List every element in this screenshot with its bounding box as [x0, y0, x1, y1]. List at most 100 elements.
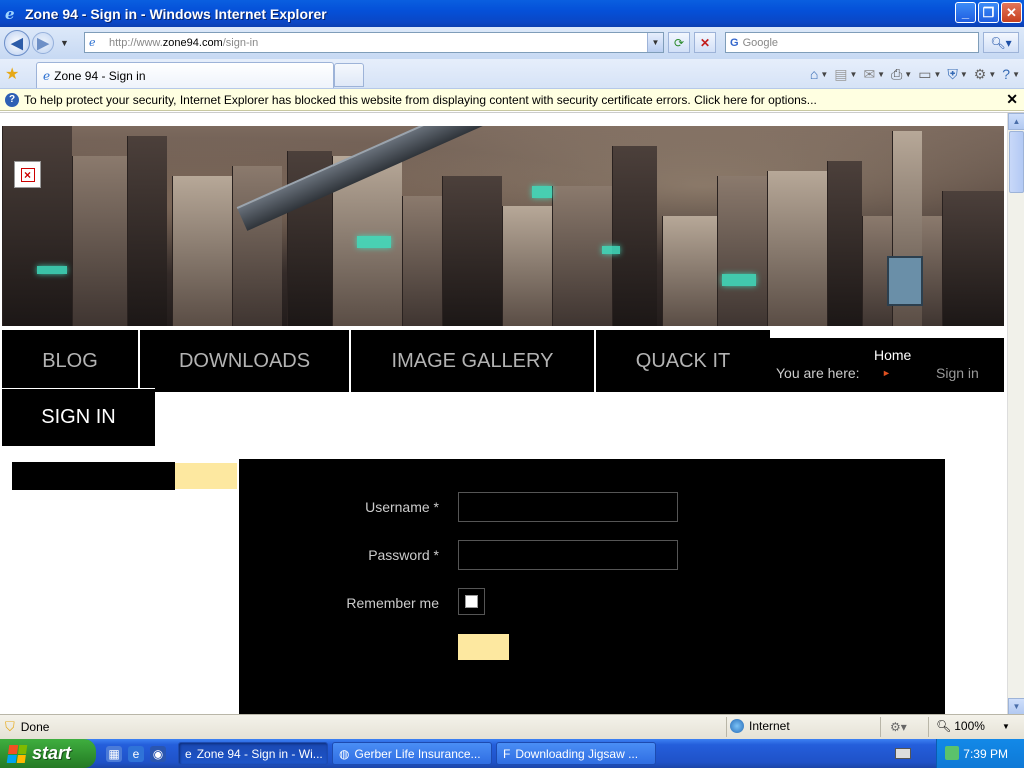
zoom-control[interactable]: 🔍︎ 100% ▼ [936, 719, 1010, 733]
protected-mode-icon[interactable]: ⚙▾ [890, 720, 907, 734]
ie-logo-icon: e [5, 4, 15, 23]
google-icon: G [730, 36, 739, 49]
quick-launch: ▦ e ◉ [106, 745, 166, 762]
firefox-task-icon: ◍ [339, 746, 350, 761]
taskbar-item-jigsaw[interactable]: F Downloading Jigsaw ... [496, 742, 656, 765]
show-desktop-icon[interactable]: ▦ [106, 745, 122, 762]
menu-item-image-gallery[interactable]: IMAGE GALLERY [351, 328, 594, 392]
tray-app-icon[interactable] [945, 746, 959, 760]
page-warning-icon: ⛉ [5, 719, 15, 734]
login-form: Username * Password * Remember me [239, 459, 945, 714]
password-field[interactable] [458, 540, 678, 570]
restore-button[interactable]: ❐ [978, 2, 999, 23]
address-dropdown-icon[interactable]: ▼ [647, 33, 663, 52]
breadcrumb-home-link[interactable]: Home [874, 347, 911, 363]
windows-logo-icon [6, 744, 28, 763]
ie-quicklaunch-icon[interactable]: e [128, 745, 144, 762]
menu-item-blog[interactable]: BLOG [2, 328, 138, 392]
vertical-scrollbar[interactable]: ▲ ▼ [1007, 113, 1024, 714]
page-viewport: × BLOG DOWNLOADS IMAGE GALLERY QUACK IT … [0, 112, 1024, 714]
internet-globe-icon [730, 719, 744, 733]
scroll-up-icon[interactable]: ▲ [1008, 113, 1024, 130]
left-module-bar [12, 462, 175, 490]
stop-button[interactable]: ✕ [694, 32, 716, 53]
billboard-screen [887, 256, 923, 306]
breadcrumb: You are here: Home ► Sign in [770, 338, 1004, 392]
mail-icon[interactable]: ✉ ▼ [863, 66, 885, 83]
window-title-bar[interactable]: e Zone 94 - Sign in - Windows Internet E… [0, 0, 1024, 27]
taskbar-item-gerber[interactable]: ◍ Gerber Life Insurance... [332, 742, 492, 765]
taskbar-item-label: Zone 94 - Sign in - Wi... [196, 746, 323, 761]
url-host: zone94.com [162, 36, 223, 49]
tab-bar: ★ e Zone 94 - Sign in ⌂ ▼ ▤ ▼ ✉ ▼ ⎙ ▼ ▭ ▼ ⛨ ▼ … [0, 59, 1024, 89]
username-field[interactable] [458, 492, 678, 522]
site-main-menu: BLOG DOWNLOADS IMAGE GALLERY QUACK IT Yo… [2, 326, 1004, 392]
download-task-icon: F [503, 746, 511, 761]
zoom-level: 100% [954, 719, 985, 733]
start-button[interactable]: start [0, 739, 96, 768]
zoom-icon: 🔍︎ [936, 719, 952, 733]
menu-item-downloads[interactable]: DOWNLOADS [140, 328, 349, 392]
remember-me-label: Remember me [346, 595, 439, 611]
tools-menu-icon[interactable]: ⚙ ▼ [974, 66, 996, 83]
command-bar: ⌂ ▼ ▤ ▼ ✉ ▼ ⎙ ▼ ▭ ▼ ⛨ ▼ ⚙ ▼ ? ▼ [810, 62, 1020, 86]
menu-item-quack-it[interactable]: QUACK IT [596, 328, 770, 392]
info-bar-message[interactable]: To help protect your security, Internet … [24, 93, 817, 107]
close-window-button[interactable]: ✕ [1001, 2, 1022, 23]
ie-task-icon: e [185, 746, 192, 761]
window-controls: _ ❐ ✕ [955, 2, 1022, 23]
zone-label: Internet [749, 719, 790, 733]
recent-pages-dropdown[interactable]: ▼ [60, 38, 69, 48]
status-text: Done [20, 720, 50, 734]
security-info-bar[interactable]: ? To help protect your security, Interne… [0, 89, 1024, 111]
tab-label: Zone 94 - Sign in [54, 68, 146, 83]
page-menu-icon[interactable]: ▭ ▼ [918, 66, 941, 83]
back-button[interactable]: ◀ [4, 30, 30, 56]
feeds-icon[interactable]: ▤ ▼ [834, 66, 857, 83]
system-tray: 7:39 PM [936, 739, 1024, 768]
keyboard-icon[interactable] [895, 748, 911, 759]
broken-image-icon: × [14, 161, 41, 188]
windows-taskbar: start ▦ e ◉ e Zone 94 - Sign in - Wi... … [0, 739, 1024, 768]
left-module-accent [175, 463, 237, 489]
minimize-button[interactable]: _ [955, 2, 976, 23]
remember-me-checkbox[interactable] [458, 588, 485, 615]
url-prefix: http://www. [109, 36, 163, 49]
security-zone[interactable]: Internet [730, 719, 790, 733]
password-label: Password * [368, 547, 439, 563]
help-icon[interactable]: ? ▼ [1002, 66, 1020, 82]
search-button[interactable]: 🔍︎▾ [983, 32, 1019, 53]
safety-menu-icon[interactable]: ⛨ ▼ [947, 66, 967, 83]
search-placeholder: Google [742, 36, 779, 49]
search-input[interactable]: G Google [725, 32, 979, 53]
page-icon: e [89, 36, 96, 49]
tab-page-icon: e [43, 68, 51, 83]
forward-button[interactable]: ▶ [32, 32, 54, 54]
info-shield-icon: ? [5, 92, 19, 107]
taskbar-item-label: Gerber Life Insurance... [354, 746, 481, 761]
taskbar-item-label: Downloading Jigsaw ... [515, 746, 639, 761]
new-tab-button[interactable] [334, 63, 364, 87]
login-button[interactable] [458, 634, 509, 660]
print-icon[interactable]: ⎙ ▼ [891, 66, 912, 83]
start-label: start [32, 743, 72, 763]
scroll-down-icon[interactable]: ▼ [1008, 698, 1024, 714]
clock[interactable]: 7:39 PM [963, 747, 1008, 761]
taskbar-item-zone94[interactable]: e Zone 94 - Sign in - Wi... [178, 742, 328, 765]
url-path: /sign-in [222, 36, 259, 49]
site-banner-image: × [2, 126, 1004, 326]
menu-item-sign-in[interactable]: SIGN IN [2, 388, 155, 446]
status-bar: ⛉ Done Internet ⚙▾ 🔍︎ 100% ▼ [0, 714, 1024, 739]
zoom-dropdown-icon[interactable]: ▼ [1002, 722, 1010, 731]
breadcrumb-arrow-icon: ► [882, 368, 891, 378]
home-icon[interactable]: ⌂ ▼ [810, 66, 828, 82]
tab-zone94-sign-in[interactable]: e Zone 94 - Sign in [36, 62, 334, 88]
username-label: Username * [365, 499, 439, 515]
address-bar[interactable]: e http://www. zone94.com/sign-in ▼ [84, 32, 664, 53]
breadcrumb-label: You are here: [776, 365, 860, 381]
favorites-star-icon[interactable]: ★ [5, 64, 19, 84]
scroll-thumb[interactable] [1009, 131, 1024, 193]
close-info-bar-icon[interactable]: ✕ [1006, 91, 1018, 108]
refresh-button[interactable]: ⟳ [668, 32, 690, 53]
media-player-icon[interactable]: ◉ [150, 745, 166, 762]
